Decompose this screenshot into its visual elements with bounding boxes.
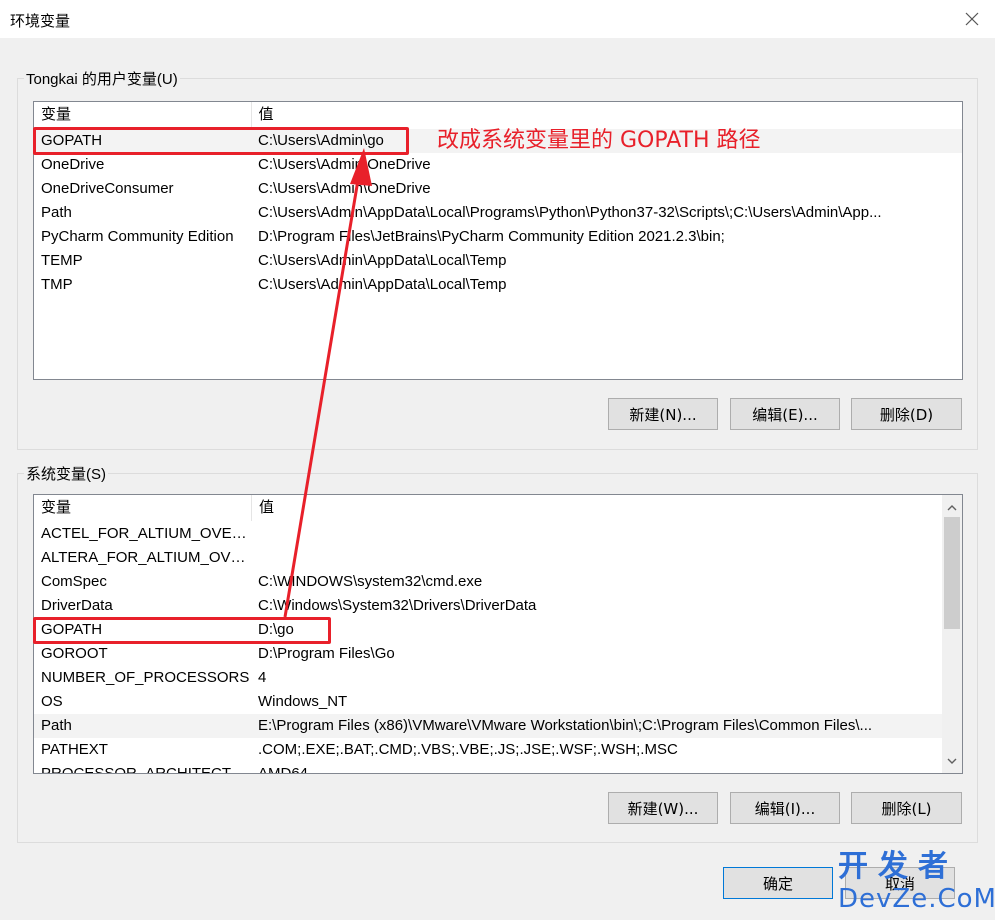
variable-name-cell: ComSpec — [41, 573, 107, 590]
scroll-up-button[interactable] — [942, 497, 962, 517]
variable-name-cell: GOROOT — [41, 645, 108, 662]
table-row[interactable]: OS Windows_NT — [34, 690, 942, 714]
annotation-text: 改成系统变量里的 GOPATH 路径 — [437, 128, 761, 153]
table-row[interactable]: NUMBER_OF_PROCESSORS 4 — [34, 666, 942, 690]
variable-value-cell: D:\Program Files\Go — [258, 645, 395, 662]
variable-name-cell: ALTERA_FOR_ALTIUM_OVE... — [41, 549, 251, 566]
close-icon — [965, 12, 979, 26]
variable-value-cell — [251, 522, 942, 546]
variable-name-cell: Path — [41, 204, 72, 221]
variable-value-cell: C:\Users\Admin\AppData\Local\Programs\Py… — [258, 204, 882, 221]
variable-value-cell: AMD64 — [258, 765, 309, 774]
ok-button[interactable]: 确定 — [723, 867, 833, 899]
column-header-variable[interactable]: 变量 — [34, 495, 252, 521]
system-variables-list[interactable]: 变量 值 ACTEL_FOR_ALTIUM_OVER... ALTERA_FOR_… — [33, 494, 963, 774]
variable-name-cell: PROCESSOR_ARCHITECTURE — [41, 765, 251, 774]
system-list-scrollbar[interactable] — [942, 495, 962, 773]
title-bar: 环境变量 — [0, 0, 995, 38]
table-row[interactable]: ACTEL_FOR_ALTIUM_OVER... — [34, 522, 942, 546]
system-new-button[interactable]: 新建(W)... — [608, 792, 718, 824]
table-row[interactable]: PROCESSOR_ARCHITECTURE AMD64 — [34, 762, 942, 774]
table-row[interactable]: OneDrive C:\Users\Admin\OneDrive — [34, 153, 962, 177]
table-row[interactable]: GOPATH D:\go — [34, 618, 942, 642]
variable-name-cell: PATHEXT — [41, 741, 108, 758]
variable-name-cell: TEMP — [41, 252, 83, 269]
system-delete-button[interactable]: 删除(L) — [851, 792, 962, 824]
scroll-thumb[interactable] — [944, 517, 960, 629]
system-edit-button[interactable]: 编辑(I)... — [730, 792, 840, 824]
table-row[interactable]: ALTERA_FOR_ALTIUM_OVE... — [34, 546, 942, 570]
variable-value-cell — [251, 546, 942, 570]
table-row[interactable]: PATHEXT .COM;.EXE;.BAT;.CMD;.VBS;.VBE;.JS… — [34, 738, 942, 762]
watermark-logo: 开发者 DevZe.CoM — [838, 849, 995, 916]
table-row[interactable]: TMP C:\Users\Admin\AppData\Local\Temp — [34, 273, 962, 297]
close-button[interactable] — [949, 0, 995, 38]
variable-name-cell: GOPATH — [41, 621, 103, 638]
user-delete-button[interactable]: 删除(D) — [851, 398, 962, 430]
table-row[interactable]: DriverData C:\Windows\System32\Drivers\Dr… — [34, 594, 942, 618]
variable-name-cell: TMP — [41, 276, 73, 293]
variable-value-cell: .COM;.EXE;.BAT;.CMD;.VBS;.VBE;.JS;.JSE;.… — [258, 741, 678, 758]
variable-name-cell: GOPATH — [41, 132, 103, 149]
table-row[interactable]: OneDriveConsumer C:\Users\Admin\OneDrive — [34, 177, 962, 201]
variable-name-cell: OneDriveConsumer — [41, 180, 174, 197]
variable-name-cell: ACTEL_FOR_ALTIUM_OVER... — [41, 525, 251, 542]
variable-value-cell: Windows_NT — [258, 693, 348, 710]
variable-name-cell: OneDrive — [41, 156, 105, 173]
table-row[interactable]: Path E:\Program Files (x86)\VMware\VMware… — [34, 714, 942, 738]
variable-value-cell: C:\Users\Admin\OneDrive — [258, 180, 431, 197]
variable-name-cell: Path — [41, 717, 72, 734]
variable-value-cell: C:\Windows\System32\Drivers\DriverData — [258, 597, 537, 614]
variable-value-cell: 4 — [258, 669, 267, 686]
variable-value-cell: C:\Users\Admin\AppData\Local\Temp — [258, 252, 507, 269]
column-header-variable[interactable]: 变量 — [34, 102, 252, 128]
variable-name-cell: NUMBER_OF_PROCESSORS — [41, 669, 250, 686]
variable-value-cell: D:\go — [258, 621, 294, 638]
system-variables-label: 系统变量(S) — [24, 463, 108, 484]
window-title: 环境变量 — [10, 13, 71, 30]
system-list-header: 变量 值 — [34, 495, 942, 521]
scroll-down-button[interactable] — [942, 751, 962, 771]
table-row[interactable]: ComSpec C:\WINDOWS\system32\cmd.exe — [34, 570, 942, 594]
chevron-down-icon — [947, 758, 957, 764]
watermark-bottom-text: DevZe.CoM — [838, 884, 995, 914]
table-row[interactable]: TEMP C:\Users\Admin\AppData\Local\Temp — [34, 249, 962, 273]
variable-value-cell: C:\Users\Admin\AppData\Local\Temp — [258, 276, 507, 293]
variable-value-cell: D:\Program Files\JetBrains\PyCharm Commu… — [258, 228, 725, 245]
variable-value-cell: C:\WINDOWS\system32\cmd.exe — [258, 573, 483, 590]
variable-name-cell: DriverData — [41, 597, 113, 614]
user-variables-label: Tongkai 的用户变量(U) — [24, 68, 180, 89]
variable-name-cell: PyCharm Community Edition — [41, 228, 234, 245]
variable-value-cell: C:\Users\Admin\OneDrive — [258, 156, 431, 173]
chevron-up-icon — [947, 504, 957, 510]
table-row[interactable]: Path C:\Users\Admin\AppData\Local\Program… — [34, 201, 962, 225]
user-new-button[interactable]: 新建(N)... — [608, 398, 718, 430]
variable-value-cell: E:\Program Files (x86)\VMware\VMware Wor… — [258, 717, 873, 734]
column-header-value[interactable]: 值 — [252, 495, 942, 521]
watermark-top-text: 开发者 — [838, 849, 958, 884]
variable-name-cell: OS — [41, 693, 63, 710]
user-edit-button[interactable]: 编辑(E)... — [730, 398, 840, 430]
table-row[interactable]: PyCharm Community Edition D:\Program File… — [34, 225, 962, 249]
table-row[interactable]: GOROOT D:\Program Files\Go — [34, 642, 942, 666]
